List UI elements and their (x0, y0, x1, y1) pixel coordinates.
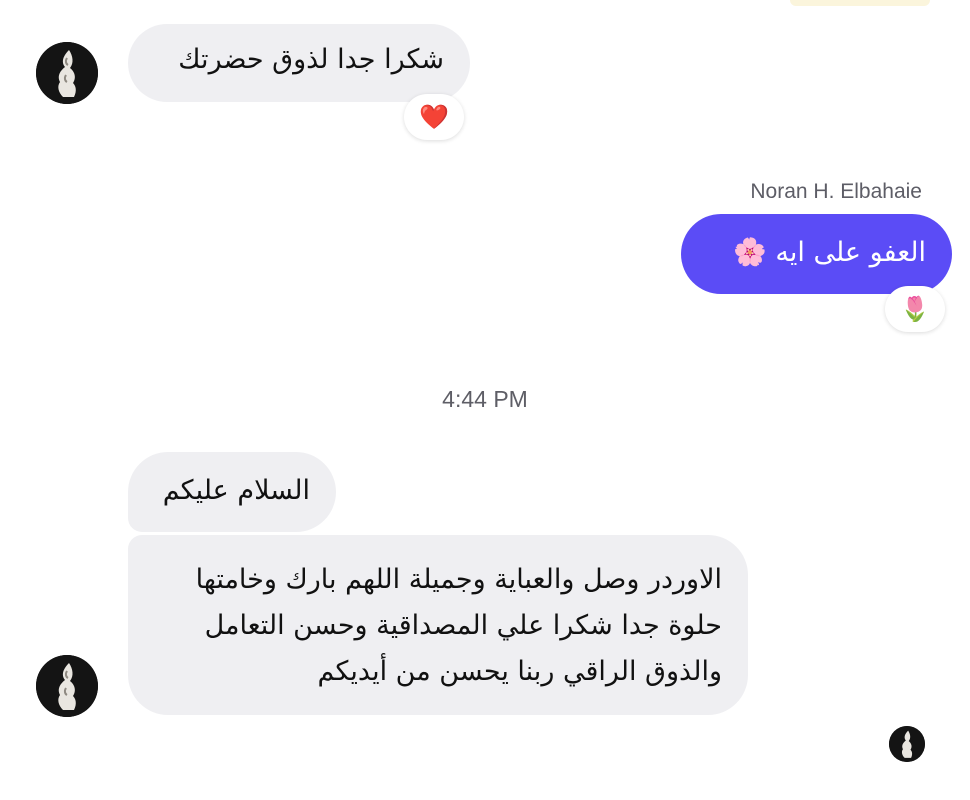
sender-name: Noran H. Elbahaie (750, 180, 922, 203)
reaction-heart[interactable]: ❤️ (404, 94, 464, 140)
chat-thread: شكرا جدا لذوق حضرتك ❤️ Noran H. Elbahaie… (0, 0, 970, 800)
message-bubble[interactable]: شكرا جدا لذوق حضرتك (128, 24, 470, 102)
avatar-figure-icon (889, 726, 925, 762)
message-bubble[interactable]: السلام عليكم (128, 452, 336, 532)
message-bubble[interactable]: الاوردر وصل والعباية وجميلة اللهم بارك و… (128, 535, 748, 715)
message-timestamp: 4:44 PM (442, 386, 528, 412)
message-line: والذوق الراقي ربنا يحسن من أيديكم (317, 656, 723, 687)
heart-icon: ❤️ (419, 103, 449, 131)
reaction-tulip[interactable]: 🌷 (885, 286, 945, 332)
seen-avatar-icon (889, 726, 925, 762)
message-bubble-outgoing[interactable]: العفو على ايه 🌸 (681, 214, 952, 294)
avatar-figure-icon (36, 655, 98, 717)
avatar-figure-icon (36, 42, 98, 104)
previous-message-edge (790, 0, 930, 6)
message-line: حلوة جدا شكرا علي المصداقية وحسن التعامل (204, 610, 722, 641)
message-text: العفو على ايه 🌸 (733, 237, 926, 268)
contact-avatar-icon[interactable] (36, 42, 98, 104)
contact-avatar-icon[interactable] (36, 655, 98, 717)
message-text: شكرا جدا لذوق حضرتك (178, 44, 444, 75)
tulip-icon: 🌷 (900, 295, 930, 323)
message-line: الاوردر وصل والعباية وجميلة اللهم بارك و… (195, 564, 722, 595)
message-text: السلام عليكم (162, 475, 310, 506)
